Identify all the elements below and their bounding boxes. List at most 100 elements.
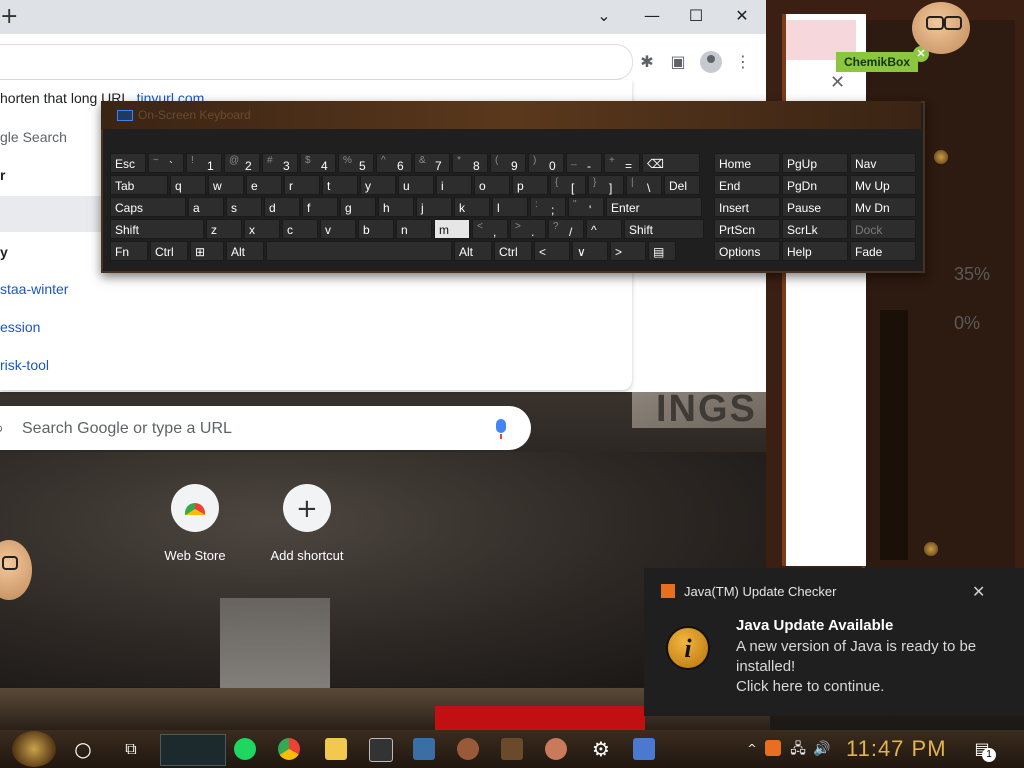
osk-key[interactable]: #3	[262, 153, 298, 173]
toast-body-link[interactable]: Click here to continue.	[736, 677, 1006, 697]
osk-key[interactable]: k	[454, 197, 490, 217]
unity-app-icon[interactable]	[369, 738, 393, 762]
osk-key[interactable]: }]	[588, 175, 624, 195]
osk-key[interactable]: & 7	[414, 153, 450, 173]
osk-key[interactable]: " '	[568, 197, 604, 217]
side-panel-icon[interactable]: ▣	[668, 52, 688, 72]
osk-key[interactable]: Del	[664, 175, 700, 195]
osk-nav-key[interactable]: PgUp	[782, 153, 848, 173]
osk-nav-key[interactable]: Options	[714, 241, 780, 261]
osk-key[interactable]: b	[358, 219, 394, 239]
osk-key[interactable]: a	[188, 197, 224, 217]
osk-key[interactable]: >	[610, 241, 646, 261]
osk-key[interactable]: % 5	[338, 153, 374, 173]
cortana-icon[interactable]: ○	[71, 738, 95, 760]
osk-key[interactable]: o	[474, 175, 510, 195]
suggestion-item[interactable]: staa-winter	[0, 281, 68, 297]
suggestion-item[interactable]: gle Search	[0, 129, 67, 145]
app-icon[interactable]	[413, 738, 435, 760]
osk-key[interactable]: ^	[586, 219, 622, 239]
osk-key[interactable]: q	[170, 175, 206, 195]
app-icon[interactable]	[457, 738, 479, 760]
osk-key[interactable]: Ctrl	[150, 241, 188, 261]
osk-key[interactable]: e	[246, 175, 282, 195]
osk-key[interactable]: ▤	[648, 241, 676, 261]
task-view-icon[interactable]: ⧉	[119, 738, 143, 760]
suggestion-item[interactable]: y	[0, 244, 8, 260]
taskbar-clock[interactable]: 11:47 PM	[846, 736, 947, 762]
osk-key[interactable]: Fn	[110, 241, 148, 261]
chrome-menu-icon[interactable]: ⋮	[733, 52, 753, 72]
taskbar-search[interactable]	[160, 734, 226, 766]
osk-nav-key[interactable]: PrtScn	[714, 219, 780, 239]
osk-key[interactable]: ) 0	[528, 153, 564, 173]
osk-nav-key[interactable]: Home	[714, 153, 780, 173]
settings-gear-icon[interactable]: ⚙	[589, 738, 613, 760]
osk-nav-key[interactable]: PgDn	[782, 175, 848, 195]
osk-key[interactable]: ? /	[548, 219, 584, 239]
app-icon[interactable]	[545, 738, 567, 760]
osk-key[interactable]: <	[534, 241, 570, 261]
osk-nav-key[interactable]: ScrLk	[782, 219, 848, 239]
spotify-app-icon[interactable]	[234, 738, 256, 760]
osk-key[interactable]: Esc	[110, 153, 146, 173]
chemikbox-widget-label[interactable]: ChemikBox	[836, 52, 918, 72]
osk-key[interactable]: Alt	[454, 241, 492, 261]
osk-nav-key[interactable]: Mv Up	[850, 175, 916, 195]
osk-key[interactable]	[266, 241, 452, 261]
osk-key[interactable]: t	[322, 175, 358, 195]
osk-nav-key[interactable]: Dock	[850, 219, 916, 239]
osk-key[interactable]: i	[436, 175, 472, 195]
new-tab-button[interactable]: +	[0, 6, 18, 28]
osk-key[interactable]: g	[340, 197, 376, 217]
osk-key[interactable]: Shift	[624, 219, 704, 239]
osk-key[interactable]: Enter	[606, 197, 702, 217]
osk-key[interactable]: ~ `	[148, 153, 184, 173]
osk-key[interactable]: Alt	[226, 241, 264, 261]
osk-key[interactable]: >.	[510, 219, 546, 239]
osk-nav-key[interactable]: Fade	[850, 241, 916, 261]
osk-key[interactable]: v	[320, 219, 356, 239]
osk-nav-key[interactable]: Mv Dn	[850, 197, 916, 217]
start-button[interactable]	[12, 731, 56, 767]
voice-search-mic-icon[interactable]	[496, 419, 506, 439]
chrome-app-icon[interactable]	[278, 738, 300, 760]
toast-close-button[interactable]: ✕	[972, 582, 985, 601]
tab-search-chevron-icon[interactable]: ⌄	[592, 6, 616, 26]
suggestion-item[interactable]: r	[0, 167, 5, 183]
osk-key[interactable]: :;	[530, 197, 566, 217]
maximize-button[interactable]: ☐	[684, 6, 708, 26]
osk-key[interactable]: j	[416, 197, 452, 217]
osk-app-icon[interactable]	[633, 738, 655, 760]
osk-nav-key[interactable]: Nav	[850, 153, 916, 173]
osk-nav-key[interactable]: Pause	[782, 197, 848, 217]
osk-key[interactable]: c	[282, 219, 318, 239]
volume-icon[interactable]: 🔊	[810, 738, 834, 760]
osk-key[interactable]: w	[208, 175, 244, 195]
address-bar[interactable]	[0, 44, 633, 80]
osk-key[interactable]: u	[398, 175, 434, 195]
osk-key[interactable]: * 8	[452, 153, 488, 173]
java-tray-icon[interactable]	[765, 740, 781, 756]
file-explorer-icon[interactable]	[325, 738, 347, 760]
extensions-icon[interactable]: ✱	[637, 52, 657, 72]
osk-key[interactable]: m	[434, 219, 470, 239]
profile-avatar[interactable]	[700, 51, 722, 73]
osk-nav-key[interactable]: Insert	[714, 197, 780, 217]
osk-key[interactable]: $4	[300, 153, 336, 173]
osk-key[interactable]: y	[360, 175, 396, 195]
suggestion-item[interactable]: ession	[0, 319, 40, 335]
behind-popup-close-icon[interactable]: ✕	[830, 72, 845, 93]
osk-key[interactable]: (9	[490, 153, 526, 173]
osk-key[interactable]: ⊞	[190, 241, 224, 261]
osk-key[interactable]: p	[512, 175, 548, 195]
osk-key[interactable]: h	[378, 197, 414, 217]
app-icon[interactable]	[501, 738, 523, 760]
osk-key[interactable]: ^ 6	[376, 153, 412, 173]
osk-key[interactable]: _ -	[566, 153, 602, 173]
tray-chevron-icon[interactable]: ^	[740, 738, 764, 760]
osk-key[interactable]: <,	[472, 219, 508, 239]
osk-nav-key[interactable]: End	[714, 175, 780, 195]
osk-key[interactable]: s	[226, 197, 262, 217]
osk-key[interactable]: Ctrl	[494, 241, 532, 261]
